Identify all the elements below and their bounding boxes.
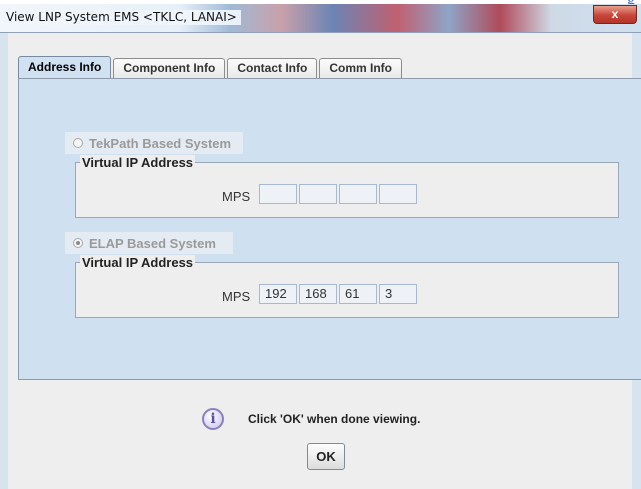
tekpath-group: TekPath Based System Virtual IP Address …	[65, 132, 619, 218]
elap-radio-row[interactable]: ELAP Based System	[65, 232, 233, 254]
tab-address-info[interactable]: Address Info	[18, 56, 112, 78]
tab-component-info[interactable]: Component Info	[113, 58, 226, 78]
ok-button[interactable]: OK	[307, 443, 345, 470]
window-frame-left	[0, 33, 8, 489]
tekpath-ip-octet-2[interactable]	[299, 184, 337, 204]
message-text: Click 'OK' when done viewing.	[248, 412, 421, 426]
dialog-body: Address Info Component Info Contact Info…	[8, 33, 641, 489]
elap-radio-button[interactable]	[73, 238, 83, 248]
tab-contact-info[interactable]: Contact Info	[227, 58, 318, 78]
message-row: i Click 'OK' when done viewing.	[202, 408, 420, 430]
tekpath-virtual-ip-box: Virtual IP Address MPS	[75, 155, 619, 218]
elap-ip-octet-2[interactable]: 168	[299, 284, 337, 304]
tekpath-mps-label: MPS	[222, 189, 251, 204]
close-icon: x	[611, 7, 619, 21]
tekpath-ip-fields	[259, 184, 419, 204]
address-info-panel: TekPath Based System Virtual IP Address …	[18, 78, 641, 380]
tab-strip: Address Info Component Info Contact Info…	[18, 56, 404, 78]
tekpath-radio-button[interactable]	[73, 138, 83, 148]
window-titlebar[interactable]: View LNP System EMS <TKLC, LANAI> x	[0, 4, 641, 33]
tekpath-ip-octet-1[interactable]	[259, 184, 297, 204]
tekpath-radio-label: TekPath Based System	[89, 135, 232, 151]
elap-virtual-ip-legend: Virtual IP Address	[80, 255, 196, 270]
tab-comm-info[interactable]: Comm Info	[319, 58, 402, 78]
elap-radio-label: ELAP Based System	[89, 235, 216, 251]
tekpath-radio-row[interactable]: TekPath Based System	[65, 132, 243, 154]
tekpath-ip-octet-3[interactable]	[339, 184, 377, 204]
elap-group: ELAP Based System Virtual IP Address MPS…	[65, 232, 619, 318]
elap-ip-octet-4[interactable]: 3	[379, 284, 417, 304]
elap-ip-octet-1[interactable]: 192	[259, 284, 297, 304]
elap-virtual-ip-box: Virtual IP Address MPS 192 168 61 3	[75, 255, 619, 318]
tekpath-virtual-ip-legend: Virtual IP Address	[80, 155, 196, 170]
tekpath-ip-octet-4[interactable]	[379, 184, 417, 204]
elap-ip-octet-3[interactable]: 61	[339, 284, 377, 304]
elap-mps-label: MPS	[222, 289, 251, 304]
info-icon: i	[202, 408, 224, 430]
close-button[interactable]: x	[593, 5, 637, 24]
window-title: View LNP System EMS <TKLC, LANAI>	[4, 10, 241, 25]
elap-ip-fields: 192 168 61 3	[259, 284, 419, 304]
